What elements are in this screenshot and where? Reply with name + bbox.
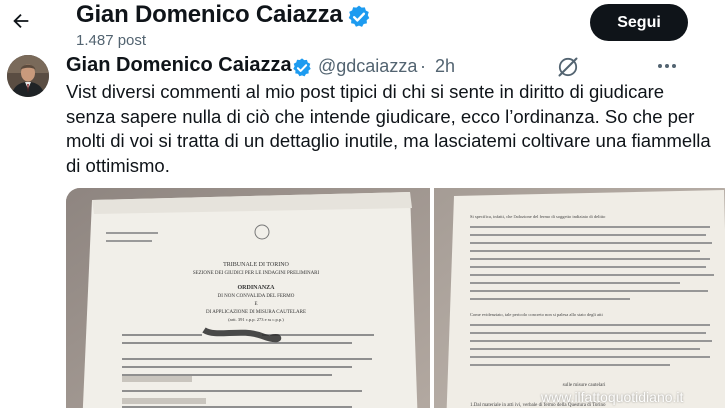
- post-count: 1.487 post: [76, 32, 147, 49]
- post-text: Vist diversi commenti al mio post tipici…: [66, 81, 711, 176]
- post-timestamp[interactable]: 2h: [435, 56, 455, 77]
- verified-badge-icon: [348, 5, 370, 27]
- back-button[interactable]: [6, 6, 36, 36]
- avatar[interactable]: [7, 55, 49, 97]
- ordinance-photo-1[interactable]: TRIBUNALE DI TORINO SEZIONE DEI GIUDICI …: [66, 188, 430, 408]
- more-icon[interactable]: [655, 54, 679, 78]
- document-photo-right: Si specifica, infatti, che l'adozione de…: [434, 188, 725, 408]
- follow-button[interactable]: Segui: [590, 4, 688, 41]
- grok-icon[interactable]: [556, 55, 580, 79]
- profile-header: Gian Domenico Caiazza 1.487 post Segui: [0, 0, 725, 50]
- document-photo-left: TRIBUNALE DI TORINO SEZIONE DEI GIUDICI …: [66, 188, 430, 408]
- doc-subheading-1: DI NON CONVALIDA DEL FERMO: [218, 294, 295, 299]
- doc-court-title: TRIBUNALE DI TORINO: [223, 262, 289, 268]
- doc-heading: ORDINANZA: [237, 285, 275, 291]
- doc-subheading-4: (artt. 391 c.p.p. 273 e ss c.p.p.): [228, 317, 284, 322]
- doc-section-title: SEZIONE DEI GIUDICI PER LE INDAGINI PREL…: [193, 271, 320, 276]
- separator-dot: ·: [420, 56, 426, 76]
- doc-subheading-2: E: [254, 302, 257, 307]
- post-handle[interactable]: @gdcaiazza: [318, 56, 417, 77]
- doc-right-section: sulle misure cautelari: [563, 383, 606, 388]
- doc-subheading-3: DI APPLICAZIONE DI MISURA CAUTELARE: [206, 310, 306, 315]
- watermark-text: www.ilfattoquotidiano.it: [541, 389, 684, 405]
- profile-name: Gian Domenico Caiazza: [76, 1, 343, 28]
- verified-badge-icon: [293, 58, 311, 77]
- back-arrow-icon: [13, 13, 29, 29]
- avatar-image: [7, 55, 49, 97]
- post-author-name[interactable]: Gian Domenico Caiazza: [66, 54, 292, 77]
- ordinance-photo-2[interactable]: Si specifica, infatti, che l'adozione de…: [434, 188, 725, 408]
- post-media[interactable]: TRIBUNALE DI TORINO SEZIONE DEI GIUDICI …: [66, 188, 725, 408]
